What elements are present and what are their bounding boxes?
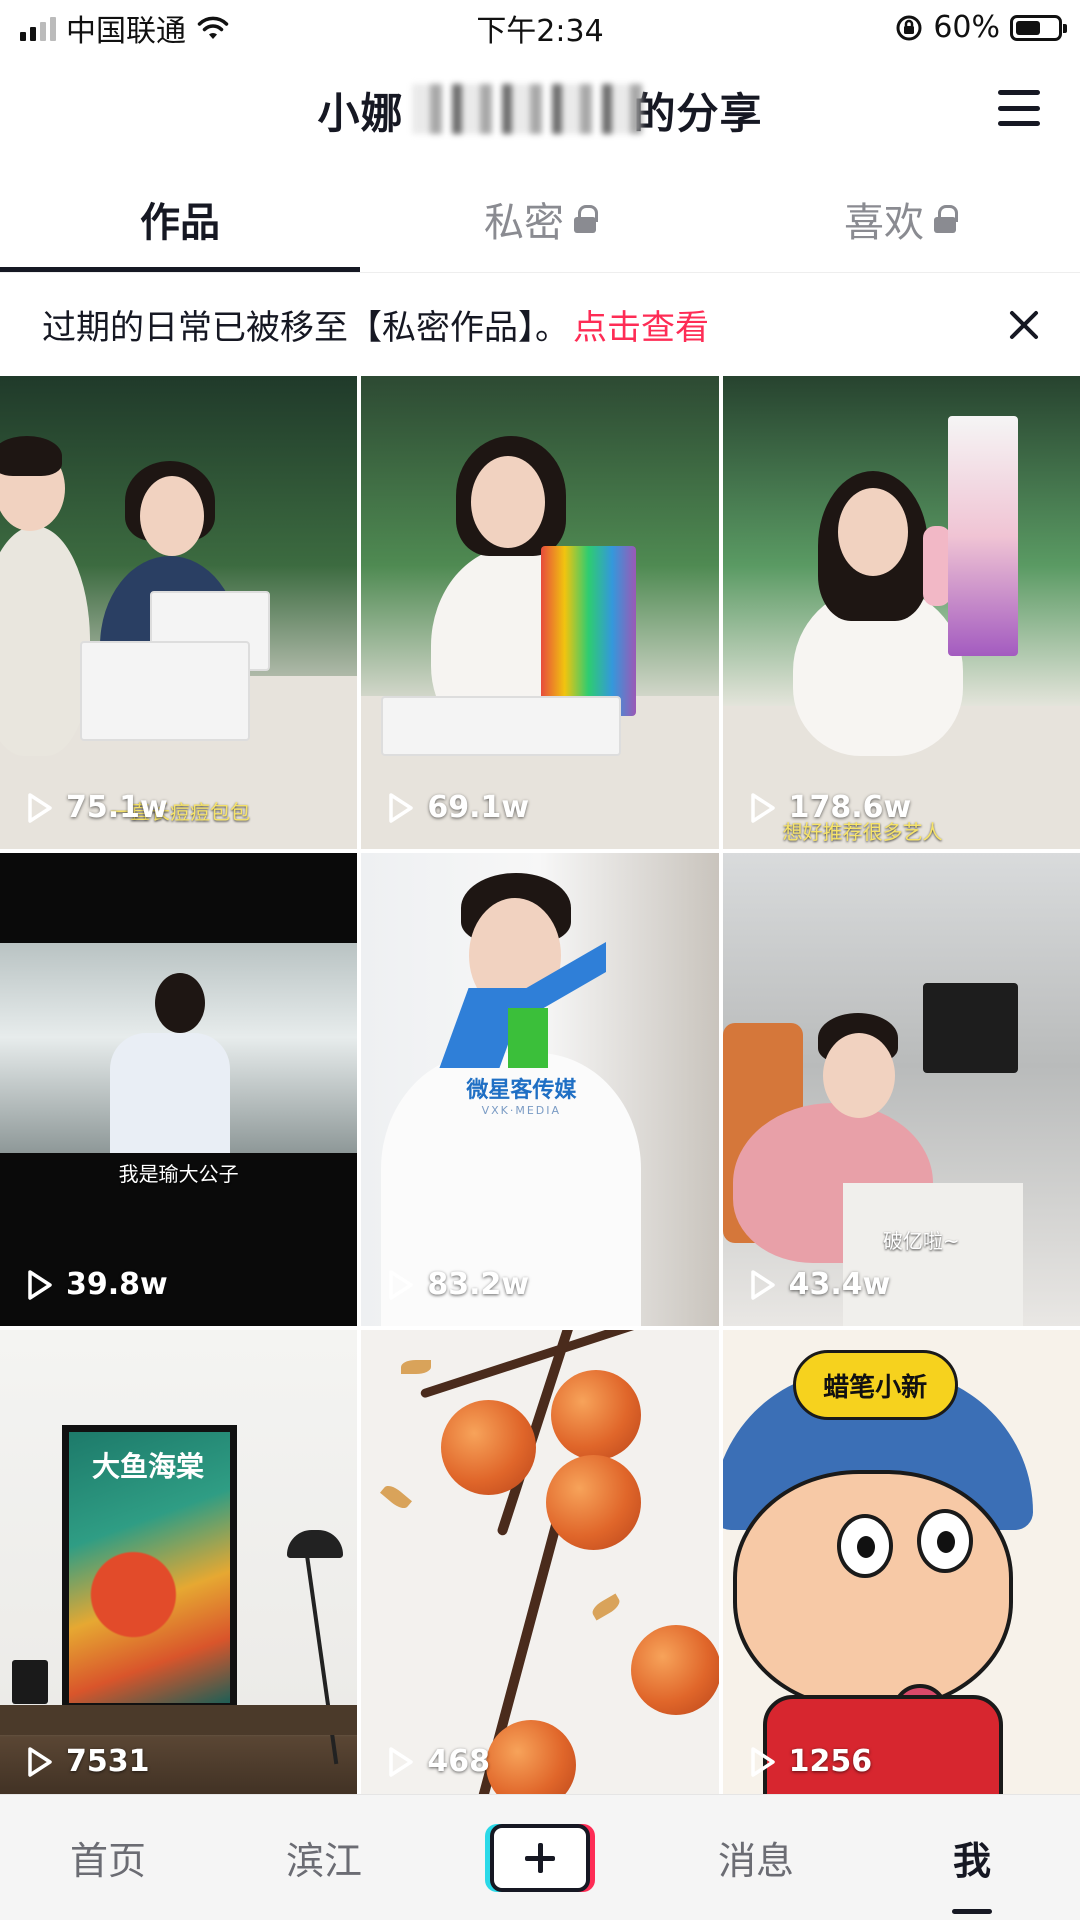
video-thumbnail: 破亿啦~ bbox=[722, 853, 1080, 1326]
play-icon bbox=[387, 792, 415, 824]
video-thumbnail: 我是瑜大公子 bbox=[0, 853, 358, 1326]
play-count: 69.1w bbox=[387, 790, 529, 825]
play-count-value: 69.1w bbox=[427, 790, 530, 825]
hamburger-menu-icon[interactable] bbox=[998, 90, 1040, 126]
watermark-logo: 微星客传媒 VXK·MEDIA bbox=[439, 942, 607, 1117]
lock-icon bbox=[574, 204, 598, 233]
video-tile[interactable]: 468 bbox=[361, 1330, 719, 1794]
nav-label: 我 bbox=[952, 1839, 991, 1883]
video-caption: 我是瑜大公子 bbox=[118, 1162, 239, 1186]
play-count: 178.6w bbox=[749, 790, 912, 825]
cartoon-title-badge: 蜡笔小新 bbox=[792, 1350, 958, 1420]
carrier-label: 中国联通 bbox=[66, 13, 186, 49]
profile-tabs: 作品 私密 喜欢 bbox=[0, 165, 1080, 273]
signal-icon bbox=[20, 15, 56, 41]
watermark-name: 微星客传媒 bbox=[466, 1077, 577, 1103]
profile-page: 中国联通 下午2:34 60% 小娜 的分享 作品 私密 喜欢 过期的日常已被移… bbox=[0, 0, 1080, 1920]
play-icon bbox=[749, 792, 777, 824]
video-thumbnail: 想好推荐很多艺人 bbox=[722, 376, 1080, 849]
lock-icon bbox=[934, 204, 958, 233]
video-tile[interactable]: 蜡笔小新 1256 bbox=[722, 1330, 1080, 1794]
play-count-value: 468 bbox=[427, 1744, 490, 1779]
title-name: 小娜 bbox=[317, 88, 404, 138]
video-tile[interactable]: 一直长痘痘包包 75.1w bbox=[0, 376, 358, 849]
notice-view-link[interactable]: 点击查看 bbox=[573, 300, 709, 349]
play-count: 75.1w bbox=[26, 790, 168, 825]
video-thumbnail: 蜡笔小新 bbox=[722, 1330, 1080, 1794]
video-tile[interactable]: 破亿啦~ 43.4w bbox=[722, 853, 1080, 1326]
title-redaction bbox=[412, 83, 643, 134]
nav-local[interactable]: 滨江 bbox=[216, 1795, 432, 1920]
play-icon bbox=[387, 1269, 415, 1301]
nav-label: 首页 bbox=[69, 1839, 146, 1883]
poster: 大鱼海棠 bbox=[62, 1425, 237, 1710]
play-count-value: 39.8w bbox=[66, 1267, 168, 1302]
video-thumbnail bbox=[361, 376, 719, 849]
play-count: 39.8w bbox=[26, 1267, 168, 1302]
create-button[interactable] bbox=[490, 1823, 590, 1892]
play-icon bbox=[749, 1746, 777, 1778]
play-count-value: 178.6w bbox=[788, 790, 912, 825]
play-count: 43.4w bbox=[749, 1267, 891, 1302]
profile-header: 小娜 的分享 bbox=[0, 55, 1080, 165]
nav-home[interactable]: 首页 bbox=[0, 1795, 216, 1920]
page-title: 小娜 的分享 bbox=[317, 80, 762, 141]
tab-private[interactable]: 私密 bbox=[360, 165, 720, 272]
play-count: 7531 bbox=[26, 1744, 150, 1779]
tab-label: 私密 bbox=[484, 199, 564, 246]
nav-label: 滨江 bbox=[285, 1839, 362, 1883]
expired-notice-banner: 过期的日常已被移至【私密作品】。 点击查看 bbox=[0, 273, 1080, 376]
video-grid: 一直长痘痘包包 75.1w 69.1w 想好推荐很多艺人 178.6w 我是瑜大… bbox=[0, 376, 1080, 1794]
battery-percent: 60% bbox=[933, 10, 1000, 45]
video-tile[interactable]: 大鱼海棠 7531 bbox=[0, 1330, 358, 1794]
play-icon bbox=[26, 1746, 54, 1778]
play-count-value: 75.1w bbox=[66, 790, 168, 825]
play-count-value: 43.4w bbox=[788, 1267, 891, 1302]
battery-icon bbox=[1010, 14, 1067, 41]
video-tile[interactable]: 我是瑜大公子 39.8w bbox=[0, 853, 358, 1326]
play-count-value: 1256 bbox=[788, 1744, 873, 1779]
wifi-icon bbox=[197, 16, 229, 39]
play-icon bbox=[26, 1269, 54, 1301]
play-icon bbox=[387, 1746, 415, 1778]
watermark-subtitle: VXK·MEDIA bbox=[481, 1104, 562, 1117]
status-bar: 中国联通 下午2:34 60% bbox=[0, 0, 1080, 55]
plus-icon bbox=[525, 1842, 555, 1873]
video-caption: 破亿啦~ bbox=[882, 1229, 960, 1253]
notice-text: 过期的日常已被移至【私密作品】。 bbox=[42, 308, 569, 348]
poster-title: 大鱼海棠 bbox=[92, 1450, 205, 1483]
tab-works[interactable]: 作品 bbox=[0, 165, 360, 272]
clock: 下午2:34 bbox=[476, 13, 604, 49]
video-tile[interactable]: 想好推荐很多艺人 178.6w bbox=[722, 376, 1080, 849]
close-icon[interactable] bbox=[1008, 309, 1040, 341]
play-count: 1256 bbox=[749, 1744, 873, 1779]
title-suffix: 的分享 bbox=[633, 88, 763, 138]
tab-likes[interactable]: 喜欢 bbox=[720, 165, 1080, 272]
play-count-value: 7531 bbox=[66, 1744, 150, 1779]
video-thumbnail bbox=[361, 1330, 719, 1794]
nav-label: 消息 bbox=[717, 1839, 794, 1883]
nav-create[interactable] bbox=[432, 1795, 648, 1920]
nav-messages[interactable]: 消息 bbox=[648, 1795, 864, 1920]
play-icon bbox=[749, 1269, 777, 1301]
video-thumbnail: 微星客传媒 VXK·MEDIA bbox=[361, 853, 719, 1326]
video-thumbnail: 大鱼海棠 bbox=[0, 1330, 358, 1794]
play-count: 468 bbox=[387, 1744, 490, 1779]
video-tile[interactable]: 微星客传媒 VXK·MEDIA 83.2w bbox=[361, 853, 719, 1326]
video-tile[interactable]: 69.1w bbox=[361, 376, 719, 849]
rotation-lock-icon bbox=[896, 15, 922, 40]
nav-me[interactable]: 我 bbox=[864, 1795, 1080, 1920]
tab-label: 喜欢 bbox=[844, 199, 924, 246]
bottom-navigation: 首页 滨江 消息 我 bbox=[0, 1794, 1080, 1920]
play-count: 83.2w bbox=[387, 1267, 529, 1302]
tab-label: 作品 bbox=[140, 199, 220, 246]
play-count-value: 83.2w bbox=[427, 1267, 530, 1302]
video-thumbnail: 一直长痘痘包包 bbox=[0, 376, 358, 849]
play-icon bbox=[26, 792, 54, 824]
